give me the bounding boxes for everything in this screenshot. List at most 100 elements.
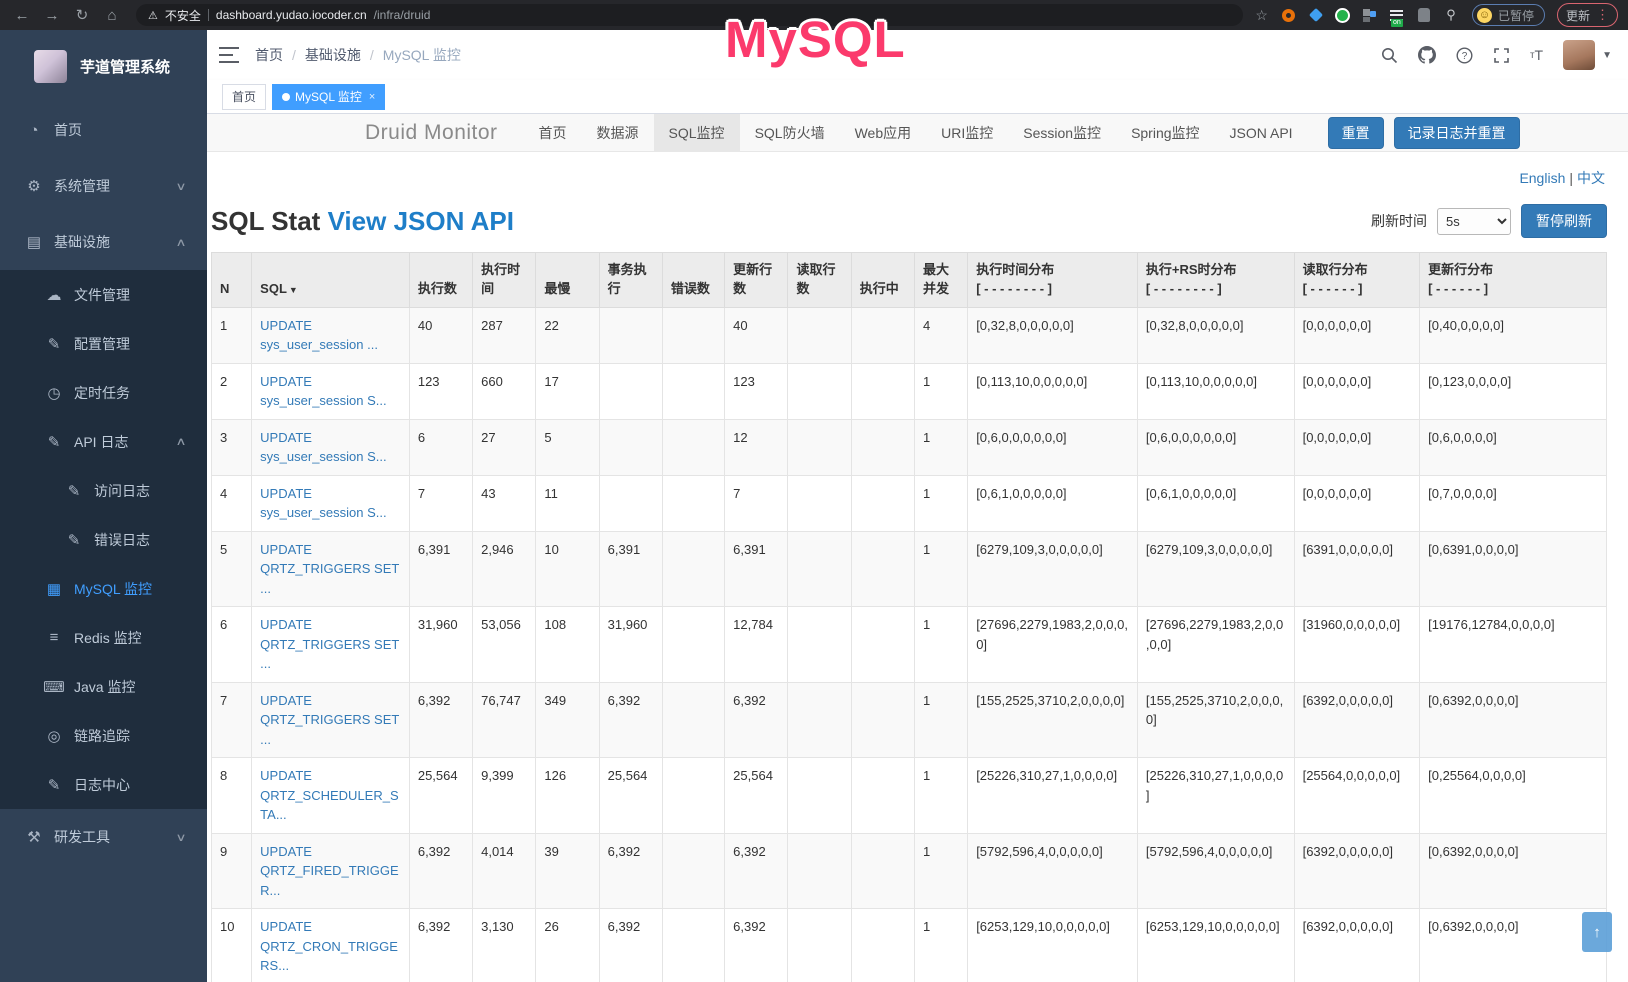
druid-nav-Session监控[interactable]: Session监控 <box>1008 114 1116 151</box>
hamburger-icon[interactable] <box>219 47 239 63</box>
druid-nav-SQL防火墙[interactable]: SQL防火墙 <box>740 114 840 151</box>
col-header-4[interactable]: 执行时间 <box>473 253 536 308</box>
cell-col-15: [0,6392,0,0,0,0] <box>1420 682 1607 758</box>
col-header-12[interactable]: 执行时间分布[ - - - - - - - - ] <box>968 253 1138 308</box>
refresh-interval-select[interactable]: 5s <box>1437 208 1511 235</box>
browser-update-button[interactable]: 更新 ⋮ <box>1557 3 1618 27</box>
col-header-8[interactable]: 更新行数 <box>725 253 788 308</box>
col-header-5[interactable]: 最慢 <box>536 253 599 308</box>
sql-statement-link[interactable]: UPDATE sys_user_session S... <box>260 486 386 521</box>
close-icon[interactable]: × <box>369 91 375 103</box>
sidebar-item-Redis 监控[interactable]: ≡Redis 监控 <box>0 613 207 662</box>
col-header-10[interactable]: 执行中 <box>851 253 914 308</box>
col-header-7[interactable]: 错误数 <box>662 253 724 308</box>
help-icon[interactable]: ? <box>1456 47 1473 64</box>
sidebar-item-错误日志[interactable]: ✎错误日志 <box>0 515 207 564</box>
address-bar[interactable]: ⚠ 不安全 dashboard.yudao.iocoder.cn/infra/d… <box>136 4 1243 26</box>
extension-list-icon[interactable]: on <box>1388 6 1406 24</box>
sql-statement-link[interactable]: UPDATE sys_user_session S... <box>260 374 386 409</box>
fullscreen-icon[interactable] <box>1493 47 1510 64</box>
col-header-2[interactable]: SQL▼ <box>252 253 410 308</box>
profile-paused-pill[interactable]: ☺ 已暂停 <box>1472 4 1545 26</box>
app-title: 芋道管理系统 <box>80 56 170 77</box>
sidebar-item-基础设施[interactable]: ▤基础设施∧ <box>0 214 207 270</box>
sidebar-item-MySQL 监控[interactable]: ▦MySQL 监控 <box>0 564 207 613</box>
browser-menu-icon[interactable]: ⋮ <box>1596 7 1609 23</box>
cell-col-5: 22 <box>536 307 599 363</box>
sql-statement-link[interactable]: UPDATE QRTZ_TRIGGERS SET ... <box>260 693 399 747</box>
col-header-9[interactable]: 读取行数 <box>788 253 851 308</box>
extension-orange-icon[interactable] <box>1280 6 1298 24</box>
cell-col-9 <box>788 682 851 758</box>
font-size-icon[interactable]: тT <box>1530 47 1543 63</box>
back-icon[interactable]: ← <box>10 7 34 24</box>
search-icon[interactable] <box>1381 47 1398 64</box>
sidebar-item-链路追踪[interactable]: ◎链路追踪 <box>0 711 207 760</box>
extension-gem-icon[interactable] <box>1307 6 1325 24</box>
breadcrumb-item[interactable]: 基础设施 <box>305 45 361 65</box>
druid-nav-首页[interactable]: 首页 <box>524 114 582 151</box>
extension-puzzle-icon[interactable]: ⚲ <box>1442 6 1460 24</box>
sql-statement-link[interactable]: UPDATE QRTZ_TRIGGERS SET ... <box>260 542 399 596</box>
pause-refresh-button[interactable]: 暂停刷新 <box>1521 204 1607 238</box>
sidebar-item-配置管理[interactable]: ✎配置管理 <box>0 319 207 368</box>
druid-nav-JSON API[interactable]: JSON API <box>1215 114 1308 151</box>
backtop-button[interactable]: ↑ <box>1582 912 1612 952</box>
view-json-api-link[interactable]: View JSON API <box>328 206 514 236</box>
col-header-11[interactable]: 最大并发 <box>914 253 967 308</box>
druid-nav-Web应用[interactable]: Web应用 <box>840 114 927 151</box>
sidebar-item-系统管理[interactable]: ⚙系统管理∨ <box>0 158 207 214</box>
sidebar-item-API 日志[interactable]: ✎API 日志∧ <box>0 417 207 466</box>
tag-MySQL 监控[interactable]: MySQL 监控× <box>272 84 385 110</box>
cell-col-13: [0,6,1,0,0,0,0,0] <box>1137 475 1294 531</box>
reset-button[interactable]: 重置 <box>1328 117 1384 149</box>
sql-statement-link[interactable]: UPDATE QRTZ_FIRED_TRIGGER... <box>260 844 398 898</box>
col-header-6[interactable]: 事务执行 <box>599 253 662 308</box>
cell-col-8: 6,392 <box>725 682 788 758</box>
extension-gray-icon[interactable] <box>1415 6 1433 24</box>
sidebar-item-定时任务[interactable]: ◷定时任务 <box>0 368 207 417</box>
lang-link-English[interactable]: English <box>1519 170 1565 186</box>
breadcrumb-item[interactable]: 首页 <box>255 45 283 65</box>
forward-icon[interactable]: → <box>40 7 64 24</box>
sql-statement-link[interactable]: UPDATE sys_user_session ... <box>260 318 378 353</box>
sidebar-item-文件管理[interactable]: ☁文件管理 <box>0 270 207 319</box>
sidebar-item-label: 系统管理 <box>54 176 110 196</box>
bookmark-star-icon[interactable]: ☆ <box>1255 7 1268 24</box>
user-avatar-menu[interactable]: ▼ <box>1563 40 1612 70</box>
sidebar-item-研发工具[interactable]: ⚒研发工具∨ <box>0 809 207 865</box>
reload-icon[interactable]: ↻ <box>70 6 94 24</box>
druid-nav-SQL监控[interactable]: SQL监控 <box>654 114 740 151</box>
col-header-14[interactable]: 读取行分布[ - - - - - - ] <box>1294 253 1420 308</box>
home-icon[interactable]: ⌂ <box>100 7 124 24</box>
extension-green-icon[interactable] <box>1334 6 1352 24</box>
druid-nav-Spring监控[interactable]: Spring监控 <box>1116 114 1214 151</box>
extension-squares-icon[interactable] <box>1361 6 1379 24</box>
lang-link-中文[interactable]: 中文 <box>1577 170 1605 186</box>
druid-nav-URI监控[interactable]: URI监控 <box>926 114 1008 151</box>
sidebar-item-Java 监控[interactable]: ⌨Java 监控 <box>0 662 207 711</box>
sql-statement-link[interactable]: UPDATE sys_user_session S... <box>260 430 386 465</box>
col-header-1[interactable]: N <box>212 253 252 308</box>
cell-col-1: 1 <box>212 307 252 363</box>
sql-statement-link[interactable]: UPDATE QRTZ_CRON_TRIGGERS... <box>260 919 398 973</box>
github-icon[interactable] <box>1418 46 1436 64</box>
histogram-legend: [ - - - - - - ] <box>1428 280 1598 299</box>
druid-nav-数据源[interactable]: 数据源 <box>582 114 654 151</box>
sql-statement-link[interactable]: UPDATE QRTZ_SCHEDULER_STA... <box>260 768 398 822</box>
sidebar-item-访问日志[interactable]: ✎访问日志 <box>0 466 207 515</box>
col-header-15[interactable]: 更新行分布[ - - - - - - ] <box>1420 253 1607 308</box>
col-header-3[interactable]: 执行数 <box>409 253 472 308</box>
sidebar-item-label: 链路追踪 <box>74 726 130 746</box>
security-label[interactable]: 不安全 <box>165 7 201 24</box>
tag-首页[interactable]: 首页 <box>222 84 266 110</box>
log-and-reset-button[interactable]: 记录日志并重置 <box>1394 117 1520 149</box>
sidebar-item-首页[interactable]: ◔首页 <box>0 102 207 158</box>
col-header-13[interactable]: 执行+RS时分布[ - - - - - - - - ] <box>1137 253 1294 308</box>
sidebar-logo[interactable]: 芋道管理系统 <box>0 30 207 102</box>
cell-col-10 <box>851 682 914 758</box>
cell-col-4: 287 <box>473 307 536 363</box>
sidebar-item-日志中心[interactable]: ✎日志中心 <box>0 760 207 809</box>
sql-statement-link[interactable]: UPDATE QRTZ_TRIGGERS SET ... <box>260 617 399 671</box>
breadcrumb-separator: / <box>370 47 374 63</box>
